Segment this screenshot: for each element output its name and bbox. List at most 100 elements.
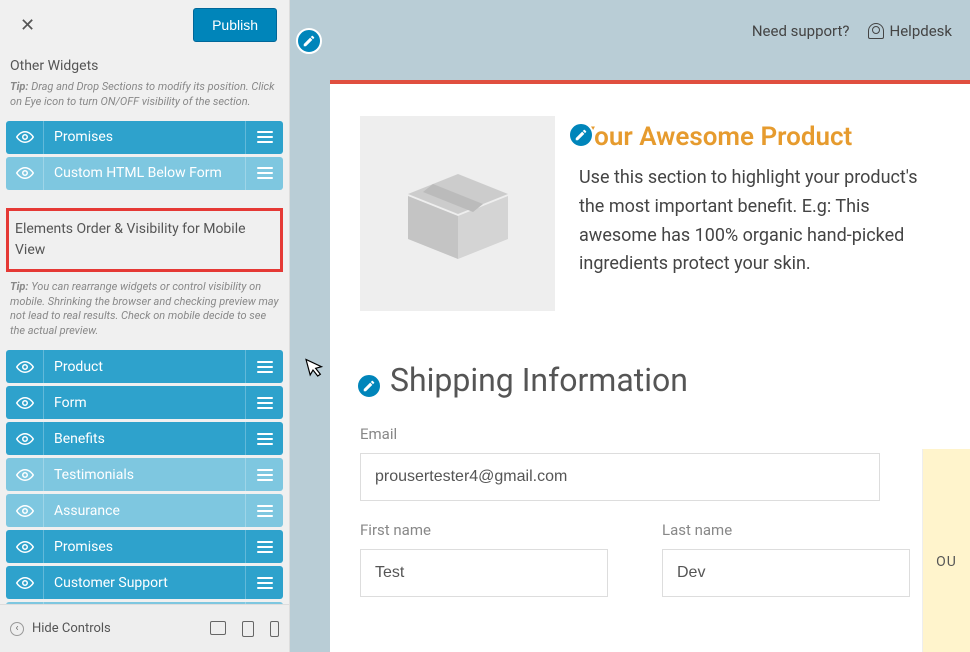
tip-text: Drag and Drop Sections to modify its pos… <box>10 80 275 108</box>
drag-handle[interactable] <box>245 602 283 604</box>
mobile-order-heading-box: Elements Order & Visibility for Mobile V… <box>6 208 283 272</box>
widget-label: Assurance <box>44 503 245 519</box>
eye-icon <box>16 128 34 146</box>
drag-handle[interactable] <box>245 157 283 190</box>
chevron-left-icon: ‹ <box>10 622 24 636</box>
widget-row-custom-html-sidebar-1[interactable]: Custom HTML Sidebar 1 <box>6 602 283 604</box>
email-label: Email <box>360 425 880 443</box>
widget-label: Benefits <box>44 431 245 447</box>
device-switcher <box>210 621 279 637</box>
hamburger-icon <box>257 397 273 409</box>
product-title: Your Awesome Product <box>579 122 940 152</box>
desktop-icon[interactable] <box>210 621 226 635</box>
sidebar-body: Other Widgets Tip: Drag and Drop Section… <box>0 50 289 604</box>
form-group-last-name: Last name <box>662 521 940 597</box>
eye-icon <box>16 574 34 592</box>
edit-product-button[interactable] <box>568 122 594 148</box>
widget-row-custom-html-below-form[interactable]: Custom HTML Below Form <box>6 157 283 190</box>
hamburger-icon <box>257 469 273 481</box>
drag-handle[interactable] <box>245 458 283 491</box>
widget-row-customer-support[interactable]: Customer Support <box>6 566 283 599</box>
person-icon <box>868 23 884 39</box>
hamburger-icon <box>257 131 273 143</box>
product-description: Use this section to highlight your produ… <box>579 164 940 279</box>
eye-toggle[interactable] <box>6 530 44 563</box>
eye-toggle[interactable] <box>6 157 44 190</box>
main-preview: Need support? Helpdesk <box>290 0 970 652</box>
last-name-label: Last name <box>662 521 940 539</box>
topbar: Need support? Helpdesk <box>290 0 970 62</box>
widget-row-product[interactable]: Product <box>6 350 283 383</box>
widget-row-promises[interactable]: Promises <box>6 121 283 154</box>
email-field[interactable] <box>360 453 880 501</box>
hamburger-icon <box>257 433 273 445</box>
eye-icon <box>16 430 34 448</box>
publish-button[interactable]: Publish <box>193 8 277 42</box>
form-group-first-name: First name <box>360 521 638 597</box>
tip-prefix: Tip: <box>10 80 29 93</box>
eye-icon <box>16 394 34 412</box>
drag-handle[interactable] <box>245 530 283 563</box>
widget-row-testimonials[interactable]: Testimonials <box>6 458 283 491</box>
hamburger-icon <box>257 577 273 589</box>
widget-label: Promises <box>44 539 245 555</box>
tip-mobile: Tip: You can rearrange widgets or contro… <box>6 278 283 347</box>
widget-row-benefits[interactable]: Benefits <box>6 422 283 455</box>
edit-page-button[interactable] <box>296 28 322 54</box>
close-icon[interactable]: ✕ <box>12 11 43 40</box>
side-yellow-panel: OU <box>922 449 970 652</box>
widget-label: Customer Support <box>44 575 245 591</box>
drag-handle[interactable] <box>245 422 283 455</box>
tip-text: You can rearrange widgets or control vis… <box>10 280 279 338</box>
other-widgets-title: Other Widgets <box>6 50 283 78</box>
edit-shipping-button[interactable] <box>356 373 382 399</box>
drag-handle[interactable] <box>245 121 283 154</box>
widget-label: Form <box>44 395 245 411</box>
first-name-field[interactable] <box>360 549 608 597</box>
eye-icon <box>16 164 34 182</box>
helpdesk-link[interactable]: Helpdesk <box>868 22 952 40</box>
product-block: Your Awesome Product Use this section to… <box>330 84 970 351</box>
shipping-block: Shipping Information Email First name La… <box>330 351 970 647</box>
eye-icon <box>16 466 34 484</box>
eye-toggle[interactable] <box>6 121 44 154</box>
shipping-title: Shipping Information <box>390 361 940 399</box>
eye-toggle[interactable] <box>6 422 44 455</box>
form-group-email: Email <box>360 425 880 501</box>
eye-toggle[interactable] <box>6 350 44 383</box>
drag-handle[interactable] <box>245 386 283 419</box>
product-text: Your Awesome Product Use this section to… <box>579 116 940 311</box>
hide-controls-button[interactable]: ‹ Hide Controls <box>10 621 111 636</box>
product-image-placeholder <box>360 116 555 311</box>
drag-handle[interactable] <box>245 494 283 527</box>
widget-label: Testimonials <box>44 467 245 483</box>
eye-toggle[interactable] <box>6 566 44 599</box>
tip-prefix: Tip: <box>10 280 29 293</box>
widget-row-assurance[interactable]: Assurance <box>6 494 283 527</box>
phone-icon[interactable] <box>270 621 279 637</box>
hamburger-icon <box>257 361 273 373</box>
hamburger-icon <box>257 505 273 517</box>
eye-icon <box>16 538 34 556</box>
widget-label: Product <box>44 359 245 375</box>
widget-label: Promises <box>44 129 245 145</box>
eye-toggle[interactable] <box>6 458 44 491</box>
hamburger-icon <box>257 167 273 179</box>
last-name-field[interactable] <box>662 549 910 597</box>
widget-row-form[interactable]: Form <box>6 386 283 419</box>
eye-toggle[interactable] <box>6 494 44 527</box>
eye-icon <box>16 358 34 376</box>
mobile-order-heading: Elements Order & Visibility for Mobile V… <box>15 219 274 261</box>
preview-canvas: Your Awesome Product Use this section to… <box>330 80 970 652</box>
sidebar-footer: ‹ Hide Controls <box>0 604 289 652</box>
drag-handle[interactable] <box>245 350 283 383</box>
eye-toggle[interactable] <box>6 386 44 419</box>
tablet-icon[interactable] <box>242 621 254 637</box>
sidebar-top: ✕ Publish <box>0 0 289 50</box>
widget-row-promises[interactable]: Promises <box>6 530 283 563</box>
hamburger-icon <box>257 541 273 553</box>
box-icon <box>398 164 518 264</box>
need-support-link[interactable]: Need support? <box>752 22 850 40</box>
drag-handle[interactable] <box>245 566 283 599</box>
eye-toggle[interactable] <box>6 602 44 604</box>
